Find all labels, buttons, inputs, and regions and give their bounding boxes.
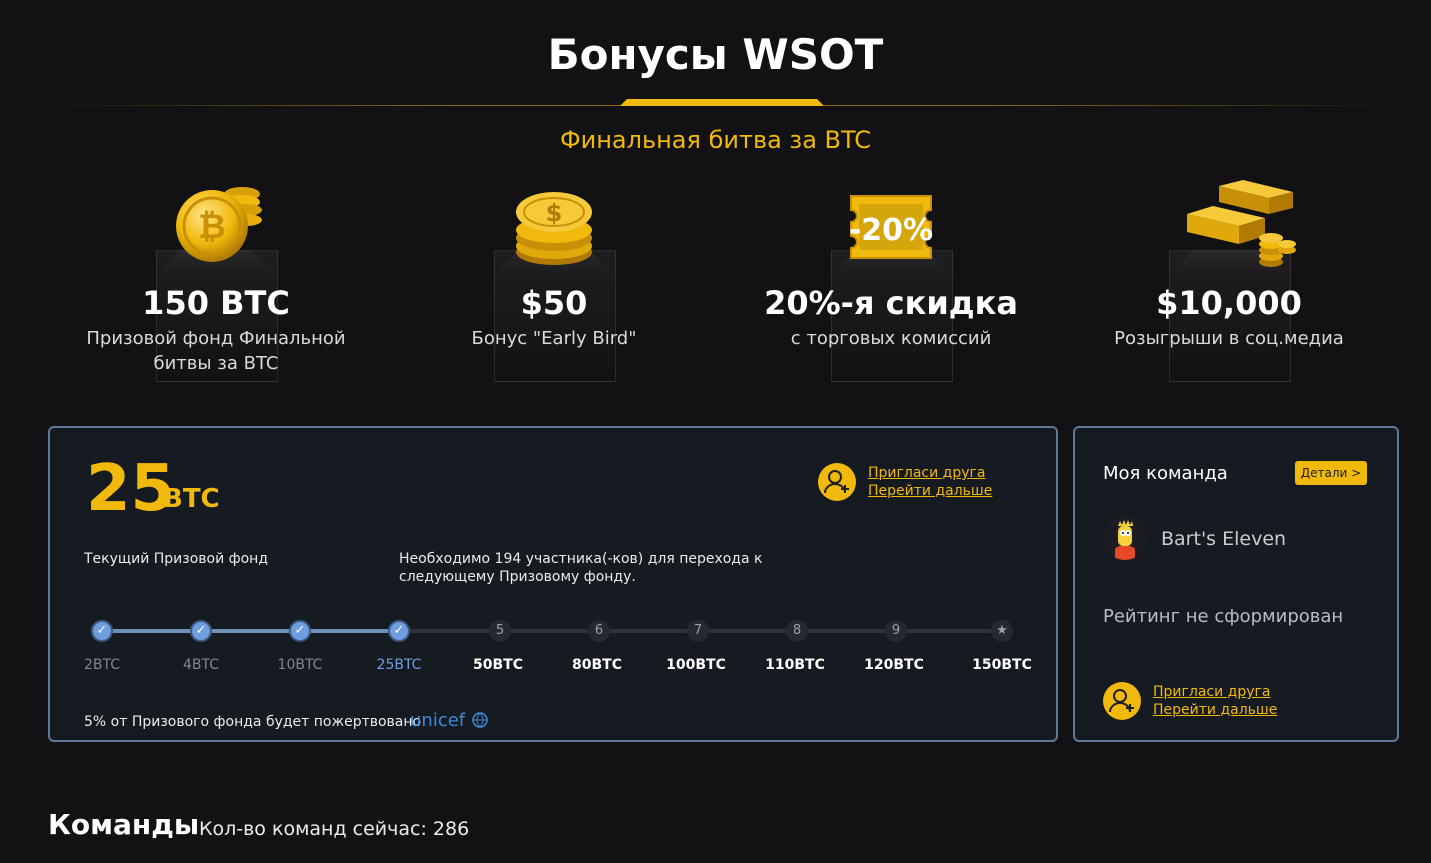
details-button[interactable]: Детали >	[1295, 461, 1367, 485]
step-marker-100btc: 7	[687, 620, 709, 642]
discount-tag-icon: -20%	[849, 195, 933, 259]
unicef-logo: unicef	[410, 710, 489, 731]
step-marker-25btc: ✓	[388, 620, 410, 642]
gold-bars-icon	[1187, 180, 1296, 267]
svg-text:-20%: -20%	[849, 213, 933, 248]
step-label: 10BTC	[277, 657, 323, 673]
globe-icon	[472, 712, 488, 728]
team-avatar	[1103, 516, 1147, 560]
bonus-value: $50	[520, 284, 588, 322]
invite-friend-block: Пригласи друга Перейти дальше	[818, 461, 1038, 505]
step-marker-150btc-star-icon: ★	[991, 620, 1013, 642]
step-marker-4btc: ✓	[190, 620, 212, 642]
teams-section-title: Команды	[48, 808, 200, 841]
bonus-card-early-bird: $ $50 Бонус "Early Bird"	[384, 180, 724, 390]
bonus-card-prize-pool: ₿ 150 BTC Призовой фонд Финальной битвы …	[46, 180, 386, 390]
step-label: 120BTC	[864, 657, 924, 673]
step-label: 4BTC	[182, 657, 220, 673]
bonus-value: 20%-я скидка	[764, 284, 1018, 322]
user-add-icon	[818, 463, 856, 501]
step-label: 80BTC	[572, 657, 622, 673]
step-marker-80btc: 6	[588, 620, 610, 642]
svg-text:$: $	[546, 199, 563, 227]
bonus-description: Призовой фонд Финальной битвы за BTC	[86, 328, 346, 374]
participants-needed-text: Необходимо 194 участника(-ков) для перех…	[399, 551, 763, 585]
dollar-coins-icon: $	[516, 192, 592, 265]
prize-pool-unit: BTC	[163, 484, 220, 514]
team-rating-status: Рейтинг не сформирован	[1103, 606, 1344, 627]
bonus-value: 150 BTC	[142, 284, 290, 322]
step-label: 2BTC	[83, 657, 121, 673]
step-marker-2btc: ✓	[91, 620, 113, 642]
svg-text:₿: ₿	[198, 207, 226, 247]
step-marker-10btc: ✓	[289, 620, 311, 642]
step-label-current: 25BTC	[376, 657, 422, 673]
progress-track-filled	[102, 629, 402, 633]
invite-friend-link[interactable]: Пригласи друга	[868, 465, 985, 481]
bonus-card-fee-discount: -20% 20%-я скидка с торговых комиссий	[721, 180, 1061, 390]
step-label: 50BTC	[473, 657, 523, 673]
bonus-card-social-giveaways: $10,000 Розыгрыши в соц.медиа	[1059, 180, 1399, 390]
prize-pool-panel: 25 BTC Текущий Призовой фонд Необходимо …	[48, 426, 1058, 742]
step-label: 150BTC	[972, 657, 1032, 673]
user-add-icon	[1103, 682, 1141, 720]
my-team-title: Моя команда	[1103, 463, 1228, 484]
team-invite-block: Пригласи друга Перейти дальше	[1103, 680, 1323, 724]
page-title: Бонусы WSOT	[547, 30, 884, 79]
prize-pool-amount: 25	[86, 452, 176, 526]
step-label: 110BTC	[765, 657, 825, 673]
go-further-link[interactable]: Перейти дальше	[868, 483, 992, 499]
bonus-value: $10,000	[1156, 284, 1302, 322]
page-subtitle: Финальная битва за BTC	[559, 126, 872, 154]
header-tab-accent	[620, 99, 824, 106]
invite-friend-link[interactable]: Пригласи друга	[1153, 684, 1270, 700]
step-marker-110btc: 8	[786, 620, 808, 642]
current-prize-label: Текущий Призовой фонд	[84, 551, 268, 567]
bonus-description: Бонус "Early Bird"	[471, 328, 637, 349]
team-name: Bart's Eleven	[1161, 528, 1287, 550]
my-team-panel: Моя команда Детали > Bart's Eleven Рейти…	[1073, 426, 1399, 742]
unicef-logo-text: unicef	[410, 710, 466, 731]
bitcoin-coins-icon: ₿	[176, 187, 262, 262]
teams-count: Кол-во команд сейчас: 286	[199, 818, 470, 840]
donation-text: 5% от Призового фонда будет пожертвовано	[84, 714, 422, 730]
bonus-description: Розыгрыши в соц.медиа	[1114, 328, 1344, 349]
go-further-link[interactable]: Перейти дальше	[1153, 702, 1277, 718]
step-label: 100BTC	[666, 657, 726, 673]
step-marker-120btc: 9	[885, 620, 907, 642]
step-marker-50btc: 5	[489, 620, 511, 642]
bonus-description: с торговых комиссий	[790, 328, 992, 349]
